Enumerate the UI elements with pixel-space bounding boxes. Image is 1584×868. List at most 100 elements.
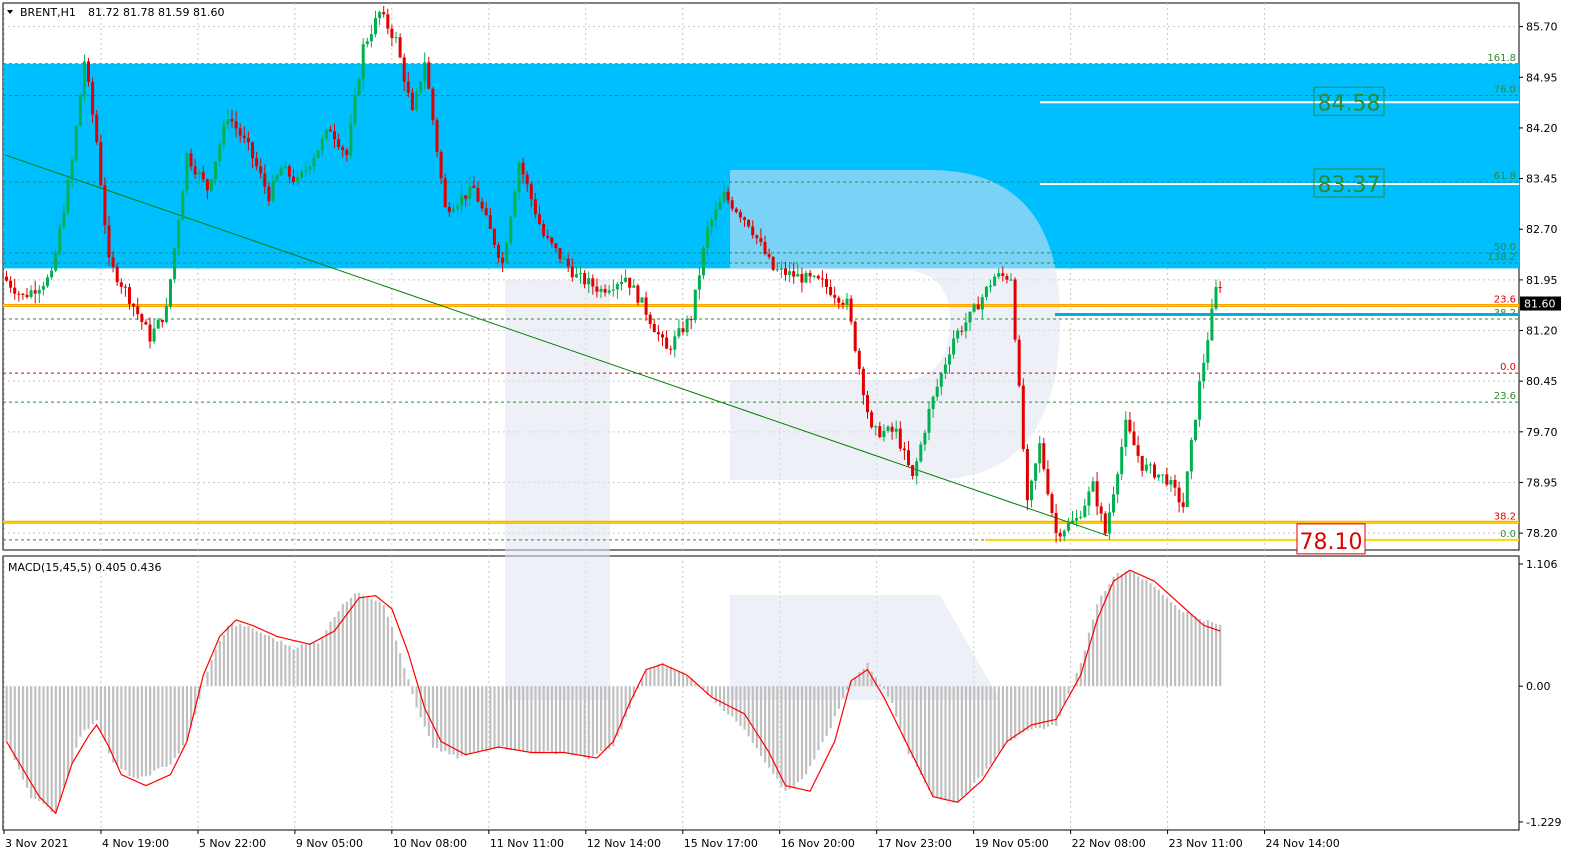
candle-body [468,185,472,199]
support-label: 78.10 [1300,530,1363,555]
candle-body [1210,308,1214,341]
time-axis: 3 Nov 2021 4 Nov 19:00 5 Nov 22:00 9 Nov 05… [3,830,1340,850]
macd-bar [120,686,123,769]
candle-body [320,138,324,151]
candle-body [279,168,283,176]
candle-body [603,288,607,293]
macd-bar [997,686,1000,754]
macd-bar [21,686,25,780]
candle-body [263,173,267,187]
candle-body [259,166,263,174]
macd-bar [370,599,373,687]
chart-window[interactable]: 161.876.061.850.0138.223.638.20.023.638.… [0,0,1584,864]
candle-body [205,179,209,191]
macd-bar [813,686,816,760]
candle-body [615,284,619,290]
candle-body [558,248,562,259]
candle-body [513,191,517,217]
macd-bar [1010,686,1013,741]
candle-body [173,248,177,280]
macd-bar [83,686,86,731]
candle-body [33,290,37,294]
macd-bar [878,684,881,687]
collapse-triangle-icon[interactable] [7,10,13,14]
candle-body [312,157,316,167]
macd-bar [329,621,332,687]
macd-bar [1169,602,1173,687]
fib-label: 61.8 [1494,171,1516,182]
macd-bar [62,686,66,788]
candle-body [870,412,874,428]
candle-body [1087,491,1091,506]
candle-body [702,248,705,276]
macd-bar [866,662,869,687]
candle-body [99,142,103,186]
macd-bar [899,686,902,729]
candle-body [833,294,837,298]
candle-body [21,293,25,295]
candle-body [488,215,492,229]
macd-bar [1018,686,1021,735]
candle-body [550,237,554,244]
chart-canvas[interactable]: 161.876.061.850.0138.223.638.20.023.638.… [0,0,1584,864]
macd-bar [58,686,61,802]
macd-bar [509,686,512,751]
macd-bar [718,686,722,707]
candle-body [308,166,312,170]
price-tick-label: 81.20 [1526,325,1558,338]
macd-bar [1083,650,1086,687]
macd-bar [723,686,726,711]
candle-body [91,81,95,115]
macd-bar [210,659,213,687]
candle-body [107,225,111,258]
candle-body [497,244,500,258]
macd-bar [243,626,246,687]
macd-bar [390,627,394,687]
candle-body [144,321,148,325]
macd-bar [247,625,250,687]
macd-bar [1063,686,1066,704]
macd-bar [317,643,320,687]
candle-body [87,61,90,82]
macd-bar [591,686,594,757]
candle-body [394,37,398,39]
macd-bar [251,628,254,687]
candle-body [628,277,632,288]
macd-bar [321,636,324,687]
candle-body [919,444,923,462]
macd-bar [895,686,898,717]
candle-body [825,279,828,287]
candle-body [669,348,673,350]
candle-body [829,286,833,295]
candle-body [54,252,58,271]
macd-bar [341,603,344,687]
candle-body [927,409,931,433]
candle-body [41,286,45,290]
macd-bar [526,686,529,752]
time-label: 11 Nov 11:00 [490,837,564,850]
candle-body [579,273,582,275]
macd-bar [919,686,922,776]
macd-bar [645,670,648,687]
time-label: 16 Nov 20:00 [781,837,855,850]
macd-bar [911,686,914,759]
candle-body [1116,474,1120,495]
candle-body [136,306,140,315]
macd-bar [452,686,455,755]
candle-body [25,294,29,298]
macd-bar [579,686,582,755]
candle-body [390,28,394,38]
candle-body [501,257,505,263]
candle-body [1153,464,1156,478]
candle-body [1083,505,1087,517]
candle-body [201,172,205,180]
time-label: 22 Nov 08:00 [1072,837,1146,850]
macd-bar [792,686,795,787]
macd-bar [378,602,381,687]
candle-body [1161,474,1165,476]
candle-body [460,195,464,206]
candle-body [681,328,685,333]
candle-body [570,266,574,278]
macd-bar [788,686,791,790]
candle-body [993,276,997,286]
